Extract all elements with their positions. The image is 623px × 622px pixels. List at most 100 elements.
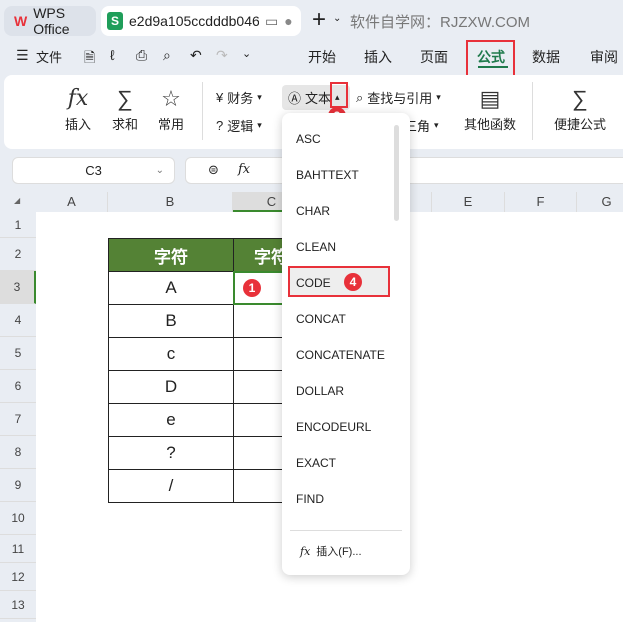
cell-b4[interactable]: B [108,304,234,338]
chevron-down-icon: ▾ [436,92,441,102]
logic-button[interactable]: ? 逻辑 ▾ [216,116,262,135]
common-button[interactable]: ☆ 常用 [150,84,192,133]
finance-button[interactable]: ¥ 财务 ▾ [216,88,262,107]
row-header[interactable]: 12 [0,563,36,591]
share-icon[interactable]: ℓ [110,47,115,63]
tab-insert[interactable]: 插入 [364,47,392,67]
row-header[interactable]: 10 [0,502,36,535]
row-header[interactable]: 3 [0,271,36,304]
cell-b2[interactable]: 字符 [108,238,234,272]
sum-button[interactable]: ∑ 求和 [104,84,146,133]
row-header[interactable]: 5 [0,337,36,370]
divider [202,82,203,140]
menu-item-char[interactable]: CHAR [296,204,330,218]
menu-item-concatenate[interactable]: CONCATENATE [296,348,385,362]
chevron-down-icon: ⌄ [155,165,164,176]
menu-item-encodeurl[interactable]: ENCODEURL [296,420,371,434]
row-header[interactable]: 6 [0,370,36,403]
cell-b6[interactable]: D [108,370,234,404]
unsaved-dot-icon: ● [284,13,293,29]
text-icon: Ⓐ [288,91,302,106]
save-icon[interactable]: 🗎 [84,47,95,71]
finance-icon: ¥ [216,90,224,105]
star-icon: ☆ [161,86,181,111]
chevron-down-icon[interactable]: ⌄ [333,13,341,24]
preview-icon[interactable]: ⌕ [163,47,171,64]
select-all-corner[interactable]: ◢ [14,196,20,205]
menu-item-asc[interactable]: ASC [296,132,321,146]
insert-function-menu-item[interactable]: fx 插入(F)... [300,543,362,559]
lookup-button[interactable]: ⌕ 查找与引用 ▾ [356,88,441,107]
wps-logo-icon: W [14,13,28,29]
wps-office-tab[interactable]: W WPS Office [4,5,96,37]
row-header[interactable]: 7 [0,403,36,436]
zoom-icon[interactable]: ⊜ [208,162,219,178]
chevron-down-icon: ▾ [257,120,262,130]
col-header-a[interactable]: A [36,192,108,212]
row-header[interactable]: 1 [0,212,36,238]
spreadsheet-icon: S [107,12,123,30]
new-tab-button[interactable]: + [312,6,326,34]
text-functions-dropdown: ASC BAHTTEXT CHAR CLEAN CODE 4 CONCAT CO… [282,113,410,575]
lookup-icon: ⌕ [356,89,364,105]
tab-review[interactable]: 审阅 [590,47,618,67]
quick-formula-button[interactable]: ∑ 便捷公式 [548,84,612,133]
cell-b5[interactable]: c [108,337,234,371]
cell-b9[interactable]: / [108,469,234,503]
name-box[interactable]: C3 ⌄ [12,157,175,184]
row-header[interactable]: 4 [0,304,36,337]
tab-home[interactable]: 开始 [308,47,336,67]
cell-b8[interactable]: ? [108,436,234,470]
more-functions-icon: ▤ [479,86,501,111]
row-header[interactable]: 8 [0,436,36,469]
undo-icon[interactable]: ↶ [190,47,202,64]
label: 财务 [227,91,254,106]
divider [290,530,402,531]
label: 查找与引用 [367,91,433,106]
menu-icon[interactable]: ☰ [16,47,29,64]
row-header[interactable]: 2 [0,238,36,271]
chevron-down-icon: ▾ [434,120,439,130]
fx-icon: fx [67,86,89,111]
document-tab[interactable]: S e2d9a105ccdddb046cc311e ▭ ● [101,6,301,36]
cell-b7[interactable]: e [108,403,234,437]
more-icon[interactable]: ⌄ [242,47,251,60]
divider [532,82,533,140]
row-header[interactable]: 11 [0,535,36,563]
sigma-icon: ∑ [117,86,133,111]
label: 求和 [111,117,138,132]
menu-item-code[interactable]: CODE [296,276,331,290]
other-functions-button[interactable]: ▤ 其他函数 [458,84,522,133]
row-header[interactable]: 13 [0,591,36,619]
step-badge-4: 4 [344,273,362,291]
redo-icon[interactable]: ↷ [216,47,228,64]
menu-item-exact[interactable]: EXACT [296,456,336,470]
tab-page[interactable]: 页面 [420,47,448,67]
menu-item-clean[interactable]: CLEAN [296,240,336,254]
step-badge-1: 1 [243,279,261,297]
col-header-b[interactable]: B [108,192,233,212]
fx-icon[interactable]: fx [238,162,250,177]
label: 插入 [64,117,91,132]
label: 常用 [157,117,184,132]
highlight-formula-tab [466,40,515,79]
label: 其他函数 [463,117,516,132]
insert-function-button[interactable]: fx 插入 [60,84,96,133]
name-box-value: C3 [85,163,102,178]
cell-b3[interactable]: A [108,271,234,305]
menu-item-dollar[interactable]: DOLLAR [296,384,344,398]
tab-data[interactable]: 数据 [532,47,560,67]
label: 插入(F)... [316,546,362,558]
menu-item-find[interactable]: FIND [296,492,324,506]
menu-item-concat[interactable]: CONCAT [296,312,346,326]
print-icon[interactable]: ⎙ [136,47,147,64]
highlight-text-chevron [330,82,348,108]
col-header-g[interactable]: G [577,192,623,212]
menu-item-bahttext[interactable]: BAHTTEXT [296,168,359,182]
dropdown-scrollbar[interactable] [394,125,399,221]
watermark: 软件自学网：RJZXW.COM [350,14,530,31]
col-header-e[interactable]: E [432,192,505,212]
row-header[interactable]: 9 [0,469,36,502]
menu-file[interactable]: 文件 [36,47,62,66]
col-header-f[interactable]: F [505,192,577,212]
